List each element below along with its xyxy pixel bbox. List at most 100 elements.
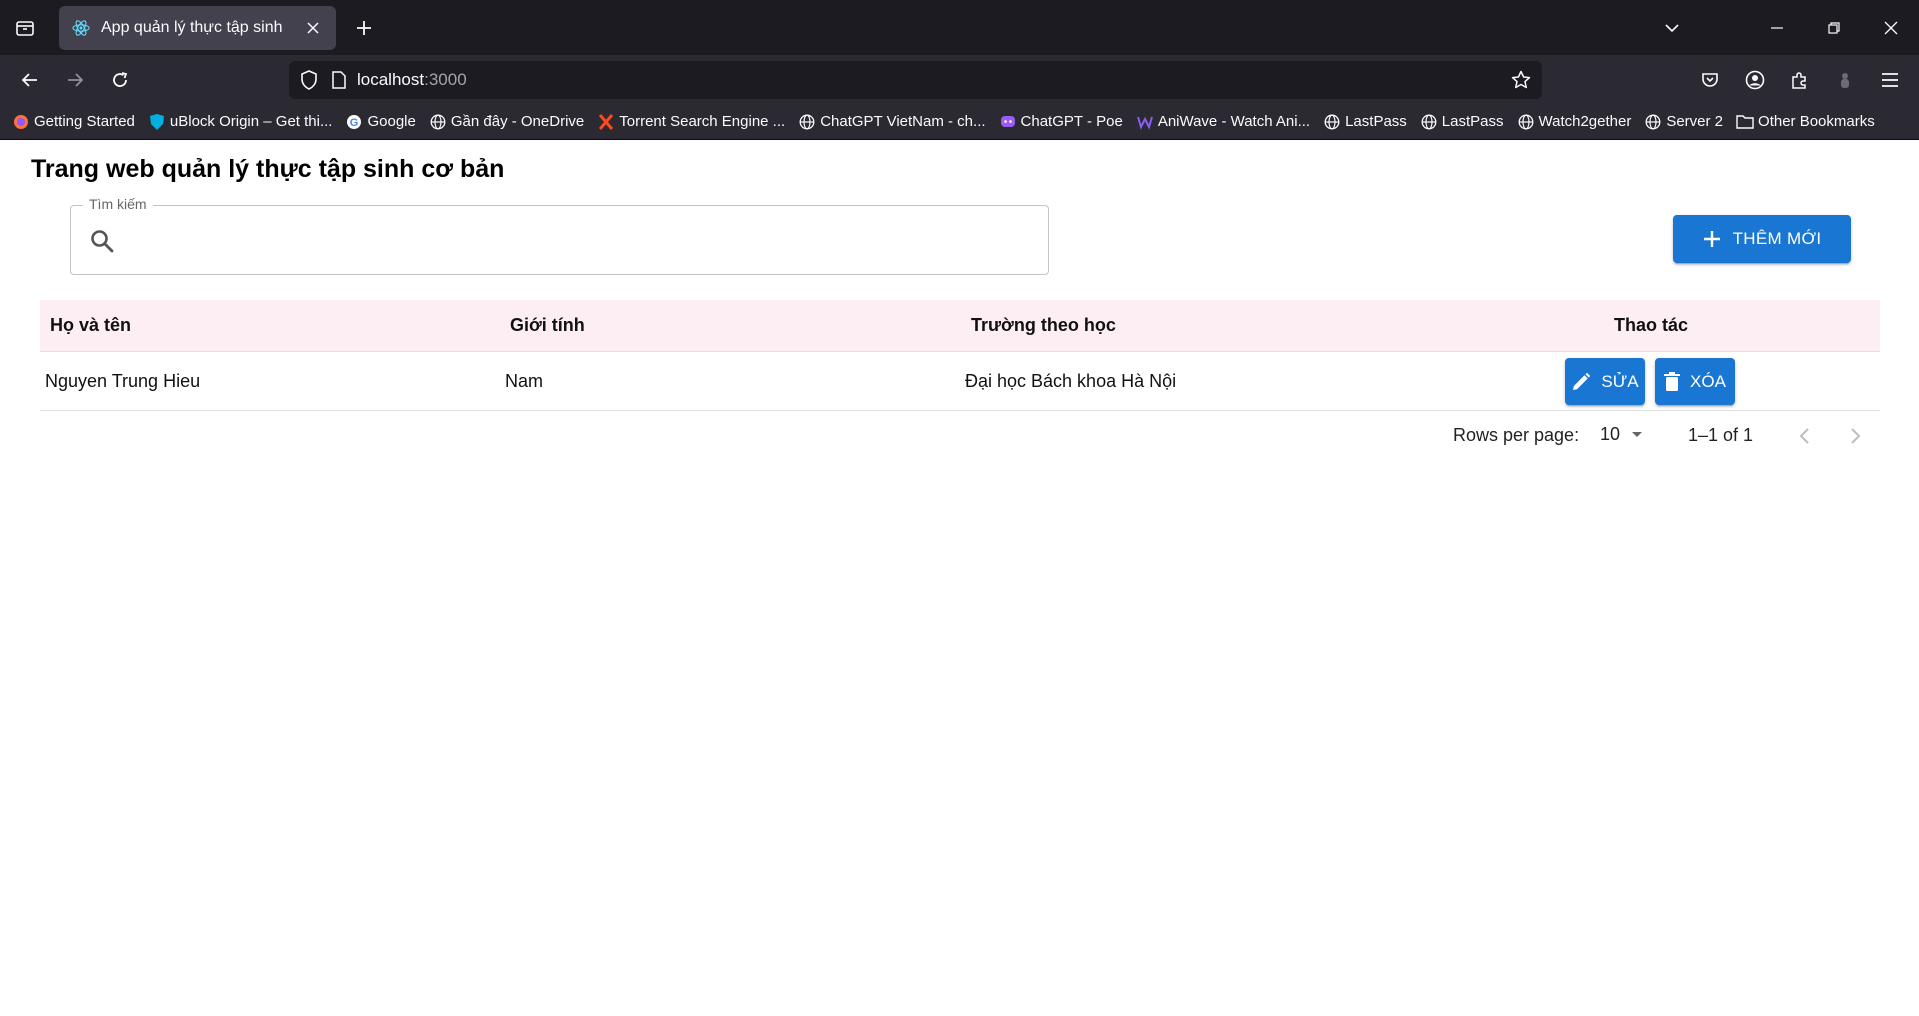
- trash-icon: [1664, 371, 1681, 391]
- extension-button[interactable]: [1828, 63, 1862, 97]
- bookmark-item[interactable]: Other Bookmarks: [1736, 113, 1875, 131]
- close-tab-icon[interactable]: [302, 17, 324, 39]
- globe-icon: [429, 113, 447, 131]
- reload-button[interactable]: [103, 63, 137, 97]
- url-bar[interactable]: localhost:3000: [289, 61, 1542, 99]
- tab-list-button[interactable]: [6, 9, 44, 47]
- restore-icon: [1828, 22, 1840, 34]
- bookmark-label: Google: [367, 113, 416, 130]
- search-label: Tìm kiếm: [83, 196, 153, 212]
- bookmark-item[interactable]: AniWave - Watch Ani...: [1136, 113, 1310, 131]
- search-icon: [89, 228, 115, 254]
- react-icon: [71, 18, 91, 38]
- pagination-range: 1–1 of 1: [1688, 425, 1754, 445]
- page-icon[interactable]: [327, 61, 351, 99]
- bookmark-label: ChatGPT VietNam - ch...: [820, 113, 986, 130]
- extensions-button[interactable]: [1783, 63, 1817, 97]
- url-text[interactable]: localhost:3000: [357, 70, 467, 90]
- reload-icon: [113, 72, 128, 87]
- shield-icon[interactable]: [291, 61, 327, 99]
- search-field[interactable]: Tìm kiếm: [70, 196, 1049, 275]
- arrow-right-icon: [68, 73, 84, 87]
- globe-icon: [1644, 113, 1662, 131]
- chevron-down-icon: [1665, 24, 1679, 33]
- intern-table: Họ và tên Giới tính Trường theo học Thao…: [40, 300, 1880, 411]
- delete-button[interactable]: XÓA: [1655, 358, 1735, 405]
- cell-name: Nguyen Trung Hieu: [45, 370, 201, 391]
- bookmark-label: uBlock Origin – Get thi...: [169, 113, 333, 130]
- minimize-icon: [1771, 27, 1783, 29]
- app-page: Trang web quản lý thực tập sinh cơ bản T…: [0, 140, 1919, 1016]
- tab-list-icon: [16, 20, 34, 36]
- chevron-left-icon: [1799, 428, 1809, 444]
- arrow-left-icon: [21, 73, 37, 87]
- globe-icon: [798, 113, 816, 131]
- bookmark-item[interactable]: Watch2gether: [1517, 113, 1632, 131]
- pencil-icon: [1573, 372, 1591, 390]
- table-header: Họ và tên Giới tính Trường theo học Thao…: [40, 300, 1880, 352]
- bookmark-label: LastPass: [1441, 113, 1504, 130]
- browser-chrome: App quản lý thực tập sinh localhost:3000…: [0, 0, 1919, 140]
- tab-bar: App quản lý thực tập sinh: [0, 0, 1919, 55]
- poe-icon: [999, 113, 1017, 131]
- extension-icon: [1841, 73, 1849, 88]
- table-row: Nguyen Trung Hieu Nam Đại học Bách khoa …: [40, 352, 1880, 411]
- bookmark-item[interactable]: Getting Started: [12, 113, 135, 131]
- star-icon[interactable]: [1508, 67, 1534, 93]
- header-actions: Thao tác: [1614, 315, 1689, 335]
- url-port: :3000: [424, 70, 467, 89]
- list-all-tabs-button[interactable]: [1656, 12, 1688, 44]
- rows-per-page-label: Rows per page:: [1453, 425, 1580, 445]
- close-window-button[interactable]: [1875, 12, 1907, 44]
- previous-page-button[interactable]: [1790, 421, 1820, 451]
- svg-text:G: G: [350, 117, 359, 129]
- plus-icon: [1703, 231, 1720, 247]
- bookmark-item[interactable]: ChatGPT - Poe: [999, 113, 1123, 131]
- bookmark-label: Watch2gether: [1538, 113, 1632, 130]
- table-pagination: Rows per page: 10 1–1 of 1: [40, 415, 1880, 455]
- globe-icon: [1323, 113, 1341, 131]
- add-new-button[interactable]: THÊM MỚI: [1673, 215, 1851, 263]
- puzzle-icon: [1792, 72, 1806, 89]
- plus-icon: [357, 21, 371, 35]
- search-input[interactable]: [127, 218, 1027, 262]
- bookmark-item[interactable]: LastPass: [1323, 113, 1407, 131]
- chevron-right-icon: [1851, 428, 1861, 444]
- delete-label: XÓA: [1690, 371, 1726, 391]
- url-host: localhost: [357, 70, 425, 89]
- edit-label: SỬA: [1601, 371, 1639, 391]
- pocket-icon: [1702, 73, 1718, 87]
- bookmark-item[interactable]: uBlock Origin – Get thi...: [148, 113, 333, 131]
- edit-button[interactable]: SỬA: [1565, 358, 1645, 405]
- account-button[interactable]: [1738, 63, 1772, 97]
- header-school: Trường theo học: [971, 315, 1116, 335]
- bookmark-item[interactable]: Server 2: [1644, 113, 1723, 131]
- rows-per-page-select[interactable]: 10: [1600, 423, 1648, 445]
- globe-icon: [1517, 113, 1535, 131]
- bookmark-item[interactable]: Gần đây - OneDrive: [429, 113, 584, 131]
- aniwave-icon: [1136, 113, 1154, 131]
- tab-active[interactable]: App quản lý thực tập sinh: [59, 6, 336, 50]
- rows-per-page-value: 10: [1600, 423, 1621, 444]
- hamburger-menu-icon: [1882, 73, 1898, 87]
- bookmark-item[interactable]: ChatGPT VietNam - ch...: [798, 113, 986, 131]
- forward-button[interactable]: [58, 63, 92, 97]
- google-icon: G: [345, 113, 363, 131]
- back-button[interactable]: [13, 63, 47, 97]
- bookmarks-toolbar: Getting Started uBlock Origin – Get thi..…: [0, 104, 1919, 140]
- bookmark-item[interactable]: Torrent Search Engine ...: [597, 113, 785, 131]
- torrent-icon: [597, 113, 615, 131]
- next-page-button[interactable]: [1840, 421, 1870, 451]
- close-icon: [1884, 21, 1898, 35]
- bookmark-item[interactable]: G Google: [345, 113, 416, 131]
- menu-button[interactable]: [1873, 63, 1907, 97]
- bookmark-label: AniWave - Watch Ani...: [1157, 113, 1311, 130]
- header-name: Họ và tên: [50, 315, 132, 335]
- cell-school: Đại học Bách khoa Hà Nội: [965, 370, 1177, 391]
- pocket-button[interactable]: [1693, 63, 1727, 97]
- minimize-button[interactable]: [1761, 12, 1793, 44]
- bookmark-item[interactable]: LastPass: [1420, 113, 1504, 131]
- restore-button[interactable]: [1818, 12, 1850, 44]
- bookmark-label: Torrent Search Engine ...: [619, 113, 786, 130]
- new-tab-button[interactable]: [348, 12, 380, 44]
